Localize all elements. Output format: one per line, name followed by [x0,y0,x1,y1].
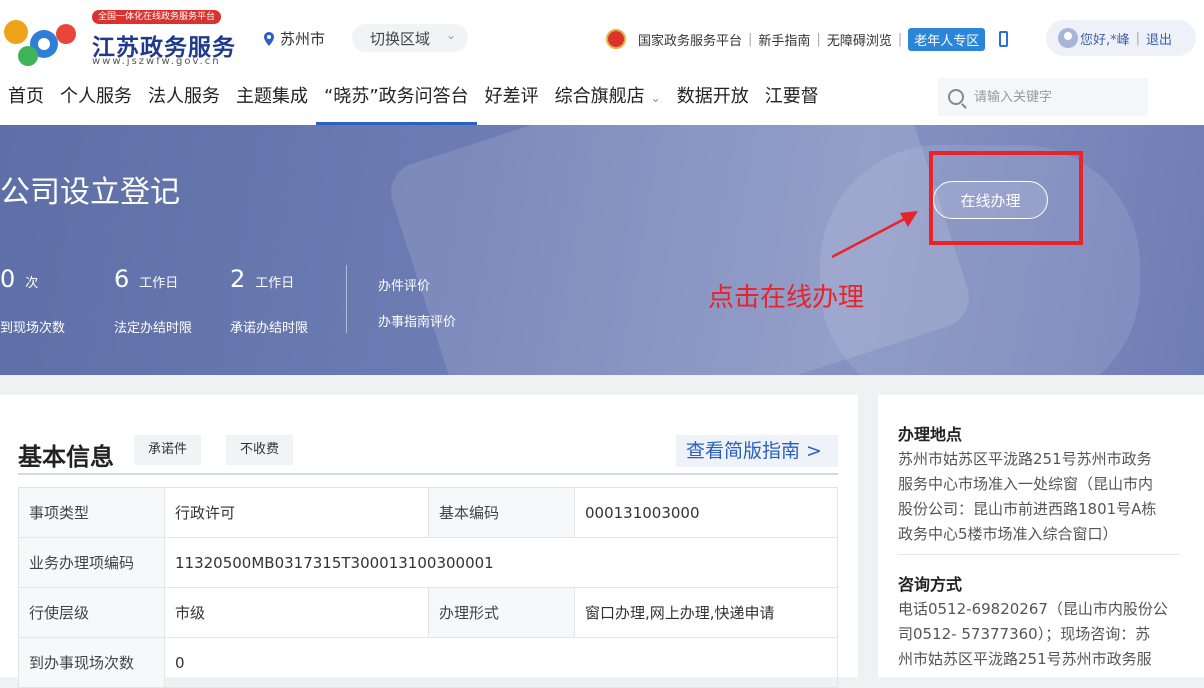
stat-unit: 次 [25,276,39,291]
chevron-down-icon: ⌄ [650,91,661,105]
table-row: 行使层级 市级 办理形式 窗口办理,网上办理,快递申请 [18,587,838,638]
address-title: 办理地点 [898,425,963,444]
field-key: 办理形式 [428,587,575,638]
nav-theme[interactable]: 主题集成 [228,72,316,125]
novice-guide-link[interactable]: 新手指南 [758,30,810,49]
accessible-browse-link[interactable]: 无障碍浏览 [827,30,892,49]
national-emblem-icon [606,29,626,49]
info-table: 事项类型 行政许可 基本编码 000131003000 业务办理项编码 1132… [18,487,838,688]
divider [18,473,838,475]
user-greeting[interactable]: 您好,*峰 [1080,29,1130,48]
stat-value: 0 [0,265,16,293]
user-box: 您好,*峰 | 退出 [1046,20,1196,56]
nav-legal-person[interactable]: 法人服务 [140,72,228,125]
field-value: 000131003000 [574,487,838,538]
mobile-phone-icon[interactable] [999,31,1009,47]
field-key: 到办事现场次数 [18,637,165,688]
current-city[interactable]: 苏州市 [264,28,325,49]
table-row: 到办事现场次数 0 [18,637,838,688]
location-pin-icon [264,31,274,46]
contact-line: 州市姑苏区平泷路251号苏州市政务服 [898,650,1152,668]
divider: | [897,31,903,47]
switch-area-dropdown[interactable]: 切换区域 ⌄ [352,24,468,52]
nav-home[interactable]: 首页 [0,72,52,125]
divider: | [816,31,821,47]
nav-qa[interactable]: “晓苏”政务问答台 [316,72,477,125]
stat-unit: 工作日 [255,276,295,291]
logo-badge: 全国一体化在线政务服务平台 [92,10,222,24]
nav-open-data[interactable]: 数据开放 [669,72,757,125]
city-label: 苏州市 [280,30,326,48]
divider [898,554,1180,555]
service-banner: 公司设立登记 0次 到现场次数 6 工作日 法定办结时限 2 工作日 承诺办结时限 … [0,125,1204,375]
nav-flagship[interactable]: 综合旗舰店 ⌄ [547,72,669,125]
table-row: 业务办理项编码 11320500MB0317315T30001310030000… [18,537,838,588]
stat-value: 2 [230,265,246,293]
case-evaluation-link[interactable]: 办件评价 [378,275,430,294]
simple-guide-link[interactable]: 查看简版指南 > [676,435,838,467]
contact-line: 电话0512-69820267（昆山市内股份公 [898,600,1168,618]
field-key: 行使层级 [18,587,165,638]
tag-promise: 承诺件 [134,435,202,465]
main-nav: 首页 个人服务 法人服务 主题集成 “晓苏”政务问答台 好差评 综合旗舰店 ⌄ 数… [0,72,827,125]
address-line: 政务中心5楼市场准入综合窗口） [898,525,1118,543]
table-row: 事项类型 行政许可 基本编码 000131003000 [18,487,838,538]
elder-zone-link[interactable]: 老年人专区 [908,27,986,51]
top-links: 国家政务服务平台 | 新手指南 | 无障碍浏览 | 老年人专区 [606,24,1009,54]
national-platform-link[interactable]: 国家政务服务平台 [638,30,742,49]
contact-title: 咨询方式 [898,575,963,594]
avatar-icon [1058,28,1078,48]
stat-unit: 工作日 [139,276,179,291]
stat-promised-limit: 2 工作日 承诺办结时限 [230,265,308,336]
field-key: 基本编码 [428,487,575,538]
field-value: 11320500MB0317315T300013100300001 [164,537,838,588]
click-annotation: 点击在线办理 [708,283,865,313]
nav-supervise[interactable]: 江要督 [757,72,827,125]
contact-line: 司0512- 57377360）；现场咨询：苏 [898,625,1151,643]
contact-text: 电话0512-69820267（昆山市内股份公 司0512- 57377360）… [898,597,1182,672]
address-text: 苏州市姑苏区平泷路251号苏州市政务 服务中心市场准入一处综窗（昆山市内 股份公… [898,447,1182,547]
search-icon[interactable] [948,89,964,105]
divider: | [748,31,753,47]
nav-flagship-label: 综合旗舰店 [554,86,645,107]
logo-mark-icon [4,20,76,66]
site-logo[interactable]: 全国一体化在线政务服务平台 江苏政务服务 www.jszwfw.gov.cn [0,8,240,70]
section-title: 基本信息 [18,443,114,471]
search-input[interactable] [974,89,1134,105]
tag-free: 不收费 [226,435,294,465]
logo-url: www.jszwfw.gov.cn [92,56,221,67]
annotation-arrow-icon [831,211,918,259]
site-header: 全国一体化在线政务服务平台 江苏政务服务 www.jszwfw.gov.cn 苏… [0,0,1204,125]
address-line: 股份公司：昆山市前进西路1801号A栋 [898,500,1157,518]
switch-area-label: 切换区域 [370,29,431,48]
highlight-box [929,151,1083,245]
chevron-down-icon: ⌄ [445,28,456,42]
address-line: 苏州市姑苏区平泷路251号苏州市政务 [898,450,1152,468]
side-info-card: 办理地点 苏州市姑苏区平泷路251号苏州市政务 服务中心市场准入一处综窗（昆山市… [878,395,1204,677]
field-value: 0 [164,637,838,688]
service-title: 公司设立登记 [0,175,180,210]
stat-label: 法定办结时限 [114,321,193,336]
divider: | [1135,30,1141,46]
stat-visits: 0次 到现场次数 [0,265,65,336]
basic-info-card: 基本信息 承诺件 不收费 查看简版指南 > 事项类型 行政许可 基本编码 000… [0,395,858,688]
field-value: 行政许可 [164,487,429,538]
field-value: 窗口办理,网上办理,快递申请 [574,587,838,638]
stat-label: 承诺办结时限 [230,321,309,336]
guide-evaluation-link[interactable]: 办事指南评价 [378,311,456,330]
field-key: 业务办理项编码 [18,537,165,588]
stat-label: 到现场次数 [0,321,66,336]
divider [346,265,347,333]
field-key: 事项类型 [18,487,165,538]
logout-link[interactable]: 退出 [1146,29,1172,48]
stat-value: 6 [114,265,130,293]
field-value: 市级 [164,587,429,638]
search-box [938,78,1148,116]
address-line: 服务中心市场准入一处综窗（昆山市内 [898,475,1154,493]
nav-review[interactable]: 好差评 [477,72,547,125]
nav-personal[interactable]: 个人服务 [52,72,140,125]
stat-legal-limit: 6 工作日 法定办结时限 [114,265,192,336]
